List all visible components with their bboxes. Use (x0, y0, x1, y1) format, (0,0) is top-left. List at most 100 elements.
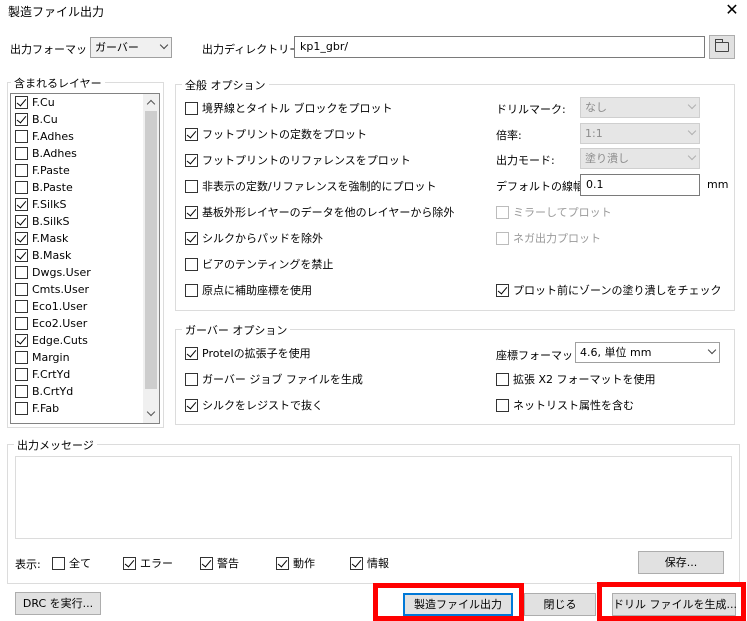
general-option[interactable]: 境界線とタイトル ブロックをプロット (185, 100, 393, 116)
line-width-input[interactable]: 0.1 (580, 174, 700, 196)
save-button[interactable]: 保存... (638, 551, 724, 574)
layer-checkbox[interactable] (15, 130, 28, 143)
filter-errors-checkbox[interactable] (123, 556, 136, 570)
layer-checkbox[interactable] (15, 402, 28, 415)
scale-select[interactable]: 1:1 (580, 123, 700, 144)
general-option-checkbox[interactable] (185, 205, 198, 219)
general-option[interactable]: シルクからパッドを除外 (185, 230, 323, 246)
layer-checkbox[interactable] (15, 164, 28, 177)
layer-row[interactable]: Margin (11, 349, 159, 366)
x2-checkbox[interactable] (496, 372, 509, 386)
layer-row[interactable]: Eco2.User (11, 315, 159, 332)
run-drc-button[interactable]: DRC を実行... (15, 592, 101, 615)
filter-all-checkbox[interactable] (52, 556, 65, 570)
layer-row[interactable]: Dwgs.User (11, 264, 159, 281)
protel-checkbox[interactable] (185, 346, 198, 360)
layer-row[interactable]: B.Paste (11, 179, 159, 196)
filter-warnings-checkbox[interactable] (200, 556, 213, 570)
output-mode-select[interactable]: 塗り潰し (580, 148, 700, 169)
subtract-checkbox[interactable] (185, 398, 198, 412)
layer-row[interactable]: B.CrtYd (11, 383, 159, 400)
layer-checkbox[interactable] (15, 96, 28, 109)
general-option-checkbox[interactable] (185, 101, 198, 115)
filter-actions-checkbox[interactable] (276, 556, 289, 570)
layer-row[interactable]: F.CrtYd (11, 366, 159, 383)
negative-checkbox[interactable] (496, 231, 509, 245)
close-icon[interactable]: ✕ (722, 0, 742, 20)
layer-row[interactable]: B.Adhes (11, 145, 159, 162)
general-option-checkbox[interactable] (185, 283, 198, 297)
filter-info[interactable]: 情報 (350, 555, 389, 571)
scroll-up-icon[interactable] (146, 99, 156, 109)
negative-option[interactable]: ネガ出力プロット (496, 230, 601, 246)
netlist-option[interactable]: ネットリスト属性を含む (496, 397, 634, 413)
output-dir-input[interactable]: kp1_gbr/ (294, 36, 705, 58)
layer-checkbox[interactable] (15, 181, 28, 194)
layer-checkbox[interactable] (15, 317, 28, 330)
layer-checkbox[interactable] (15, 113, 28, 126)
general-option[interactable]: フットプリントのリファレンスをプロット (185, 152, 411, 168)
drill-mark-select[interactable]: なし (580, 97, 700, 118)
layers-scrollbar[interactable] (143, 94, 159, 423)
general-option[interactable]: フットプリントの定数をプロット (185, 126, 367, 142)
layer-checkbox[interactable] (15, 334, 28, 347)
layer-row[interactable]: Edge.Cuts (11, 332, 159, 349)
layer-row[interactable]: Cmts.User (11, 281, 159, 298)
x2-option[interactable]: 拡張 X2 フォーマットを使用 (496, 371, 656, 387)
layer-row[interactable]: F.Cu (11, 94, 159, 111)
filter-info-checkbox[interactable] (350, 556, 363, 570)
filter-actions[interactable]: 動作 (276, 555, 315, 571)
layer-label: Eco2.User (32, 317, 88, 330)
layer-row[interactable]: F.Fab (11, 400, 159, 417)
layer-row[interactable]: F.SilkS (11, 196, 159, 213)
zone-check-checkbox[interactable] (496, 283, 509, 297)
general-option[interactable]: 非表示の定数/リファレンスを強制的にプロット (185, 178, 437, 194)
general-option-checkbox[interactable] (185, 231, 198, 245)
show-label: 表示: (15, 558, 41, 571)
layer-checkbox[interactable] (15, 283, 28, 296)
messages-box[interactable] (15, 456, 732, 539)
general-option[interactable]: 基板外形レイヤーのデータを他のレイヤーから除外 (185, 204, 454, 220)
layer-checkbox[interactable] (15, 147, 28, 160)
mirror-checkbox[interactable] (496, 205, 509, 219)
layer-row[interactable]: B.Cu (11, 111, 159, 128)
layer-row[interactable]: Eco1.User (11, 298, 159, 315)
mirror-option[interactable]: ミラーしてプロット (496, 204, 612, 220)
layer-row[interactable]: F.Mask (11, 230, 159, 247)
scroll-thumb[interactable] (145, 111, 157, 389)
jobfile-checkbox[interactable] (185, 372, 198, 386)
filter-warnings[interactable]: 警告 (200, 555, 239, 571)
netlist-checkbox[interactable] (496, 398, 509, 412)
layer-checkbox[interactable] (15, 351, 28, 364)
filter-all[interactable]: 全て (52, 555, 91, 571)
layer-row[interactable]: F.Adhes (11, 128, 159, 145)
coord-format-select[interactable]: 4.6, 単位 mm (575, 342, 720, 363)
layer-checkbox[interactable] (15, 215, 28, 228)
layer-checkbox[interactable] (15, 198, 28, 211)
browse-folder-button[interactable] (709, 35, 735, 59)
layer-checkbox[interactable] (15, 232, 28, 245)
output-format-select[interactable]: ガーバー (90, 37, 172, 58)
filter-errors[interactable]: エラー (123, 555, 173, 571)
layer-checkbox[interactable] (15, 266, 28, 279)
subtract-option[interactable]: シルクをレジストで抜く (185, 397, 323, 413)
layer-checkbox[interactable] (15, 300, 28, 313)
protel-option[interactable]: Protelの拡張子を使用 (185, 345, 311, 361)
general-option-checkbox[interactable] (185, 127, 198, 141)
general-option-checkbox[interactable] (185, 257, 198, 271)
layer-row[interactable]: B.SilkS (11, 213, 159, 230)
general-option-checkbox[interactable] (185, 179, 198, 193)
layer-row[interactable]: F.Paste (11, 162, 159, 179)
general-option[interactable]: ビアのテンティングを禁止 (185, 256, 333, 272)
jobfile-option[interactable]: ガーバー ジョブ ファイルを生成 (185, 371, 363, 387)
zone-check-option[interactable]: プロット前にゾーンの塗り潰しをチェック (496, 282, 721, 298)
scroll-down-icon[interactable] (146, 407, 156, 417)
layers-list[interactable]: F.Cu B.Cu F.Adhes B.Adhes F.Paste B.Paste F.Si… (10, 93, 160, 424)
layer-checkbox[interactable] (15, 385, 28, 398)
general-option-checkbox[interactable] (185, 153, 198, 167)
close-button[interactable]: 閉じる (524, 593, 596, 616)
layer-checkbox[interactable] (15, 249, 28, 262)
general-option[interactable]: 原点に補助座標を使用 (185, 282, 312, 298)
layer-checkbox[interactable] (15, 368, 28, 381)
layer-row[interactable]: B.Mask (11, 247, 159, 264)
